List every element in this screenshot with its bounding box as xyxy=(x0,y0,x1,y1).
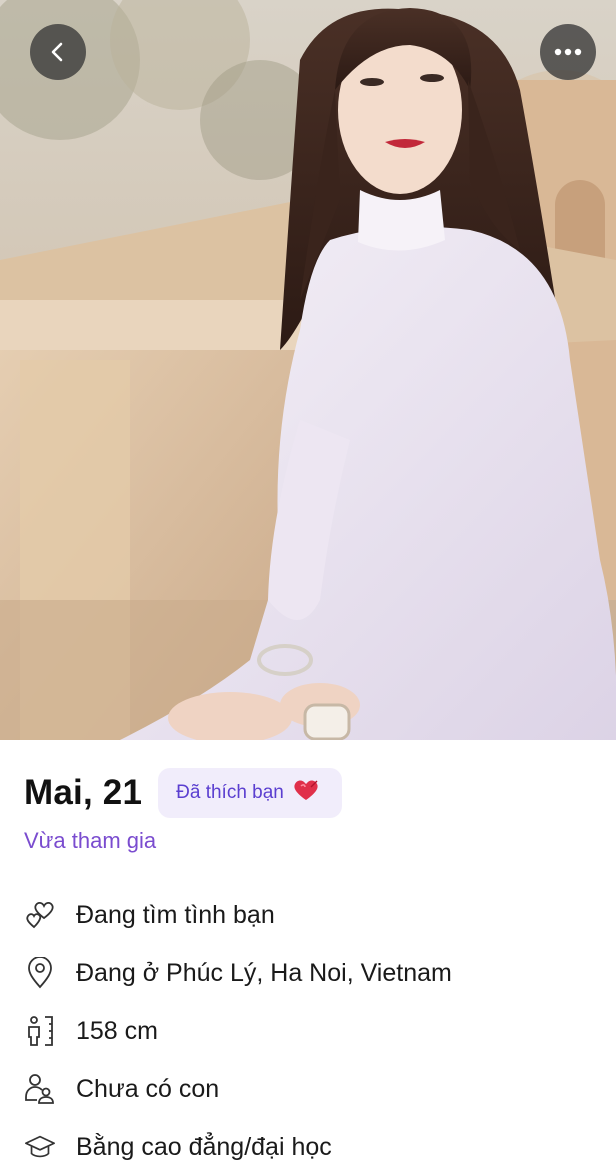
location-pin-icon xyxy=(24,957,56,989)
more-options-button[interactable] xyxy=(540,24,596,80)
graduation-cap-icon xyxy=(24,1131,56,1163)
detail-education: Bằng cao đẳng/đại học xyxy=(24,1118,594,1176)
profile-info-panel: Mai, 21 Đã thích bạn Vừa tham gia Đang t… xyxy=(0,740,616,1161)
joined-status: Vừa tham gia xyxy=(24,828,157,853)
liked-you-badge: Đã thích bạn xyxy=(158,768,342,818)
name-row: Mai, 21 Đã thích bạn xyxy=(24,768,342,818)
location-text: Đang ở Phúc Lý, Ha Noi, Vietnam xyxy=(76,958,452,987)
height-icon xyxy=(24,1015,56,1047)
detail-height: 158 cm xyxy=(24,1002,594,1060)
detail-children: Chưa có con xyxy=(24,1060,594,1118)
detail-location: Đang ở Phúc Lý, Ha Noi, Vietnam xyxy=(24,944,594,1002)
family-icon xyxy=(24,1073,56,1105)
education-text: Bằng cao đẳng/đại học xyxy=(76,1132,332,1161)
ellipsis-icon xyxy=(554,48,582,56)
detail-list: Đang tìm tình bạn Đang ở Phúc Lý, Ha Noi… xyxy=(24,886,594,1176)
back-button[interactable] xyxy=(30,24,86,80)
heart-icon xyxy=(292,778,320,808)
profile-photo-image xyxy=(0,0,616,740)
name-age: Mai, 21 xyxy=(24,773,143,812)
height-text: 158 cm xyxy=(76,1016,158,1045)
profile-photo[interactable] xyxy=(0,0,616,740)
detail-relationship-goal: Đang tìm tình bạn xyxy=(24,886,594,944)
hearts-icon xyxy=(24,899,56,931)
liked-you-label: Đã thích bạn xyxy=(176,782,284,803)
relationship-goal-text: Đang tìm tình bạn xyxy=(76,900,275,929)
children-text: Chưa có con xyxy=(76,1074,220,1103)
chevron-left-icon xyxy=(51,42,63,62)
